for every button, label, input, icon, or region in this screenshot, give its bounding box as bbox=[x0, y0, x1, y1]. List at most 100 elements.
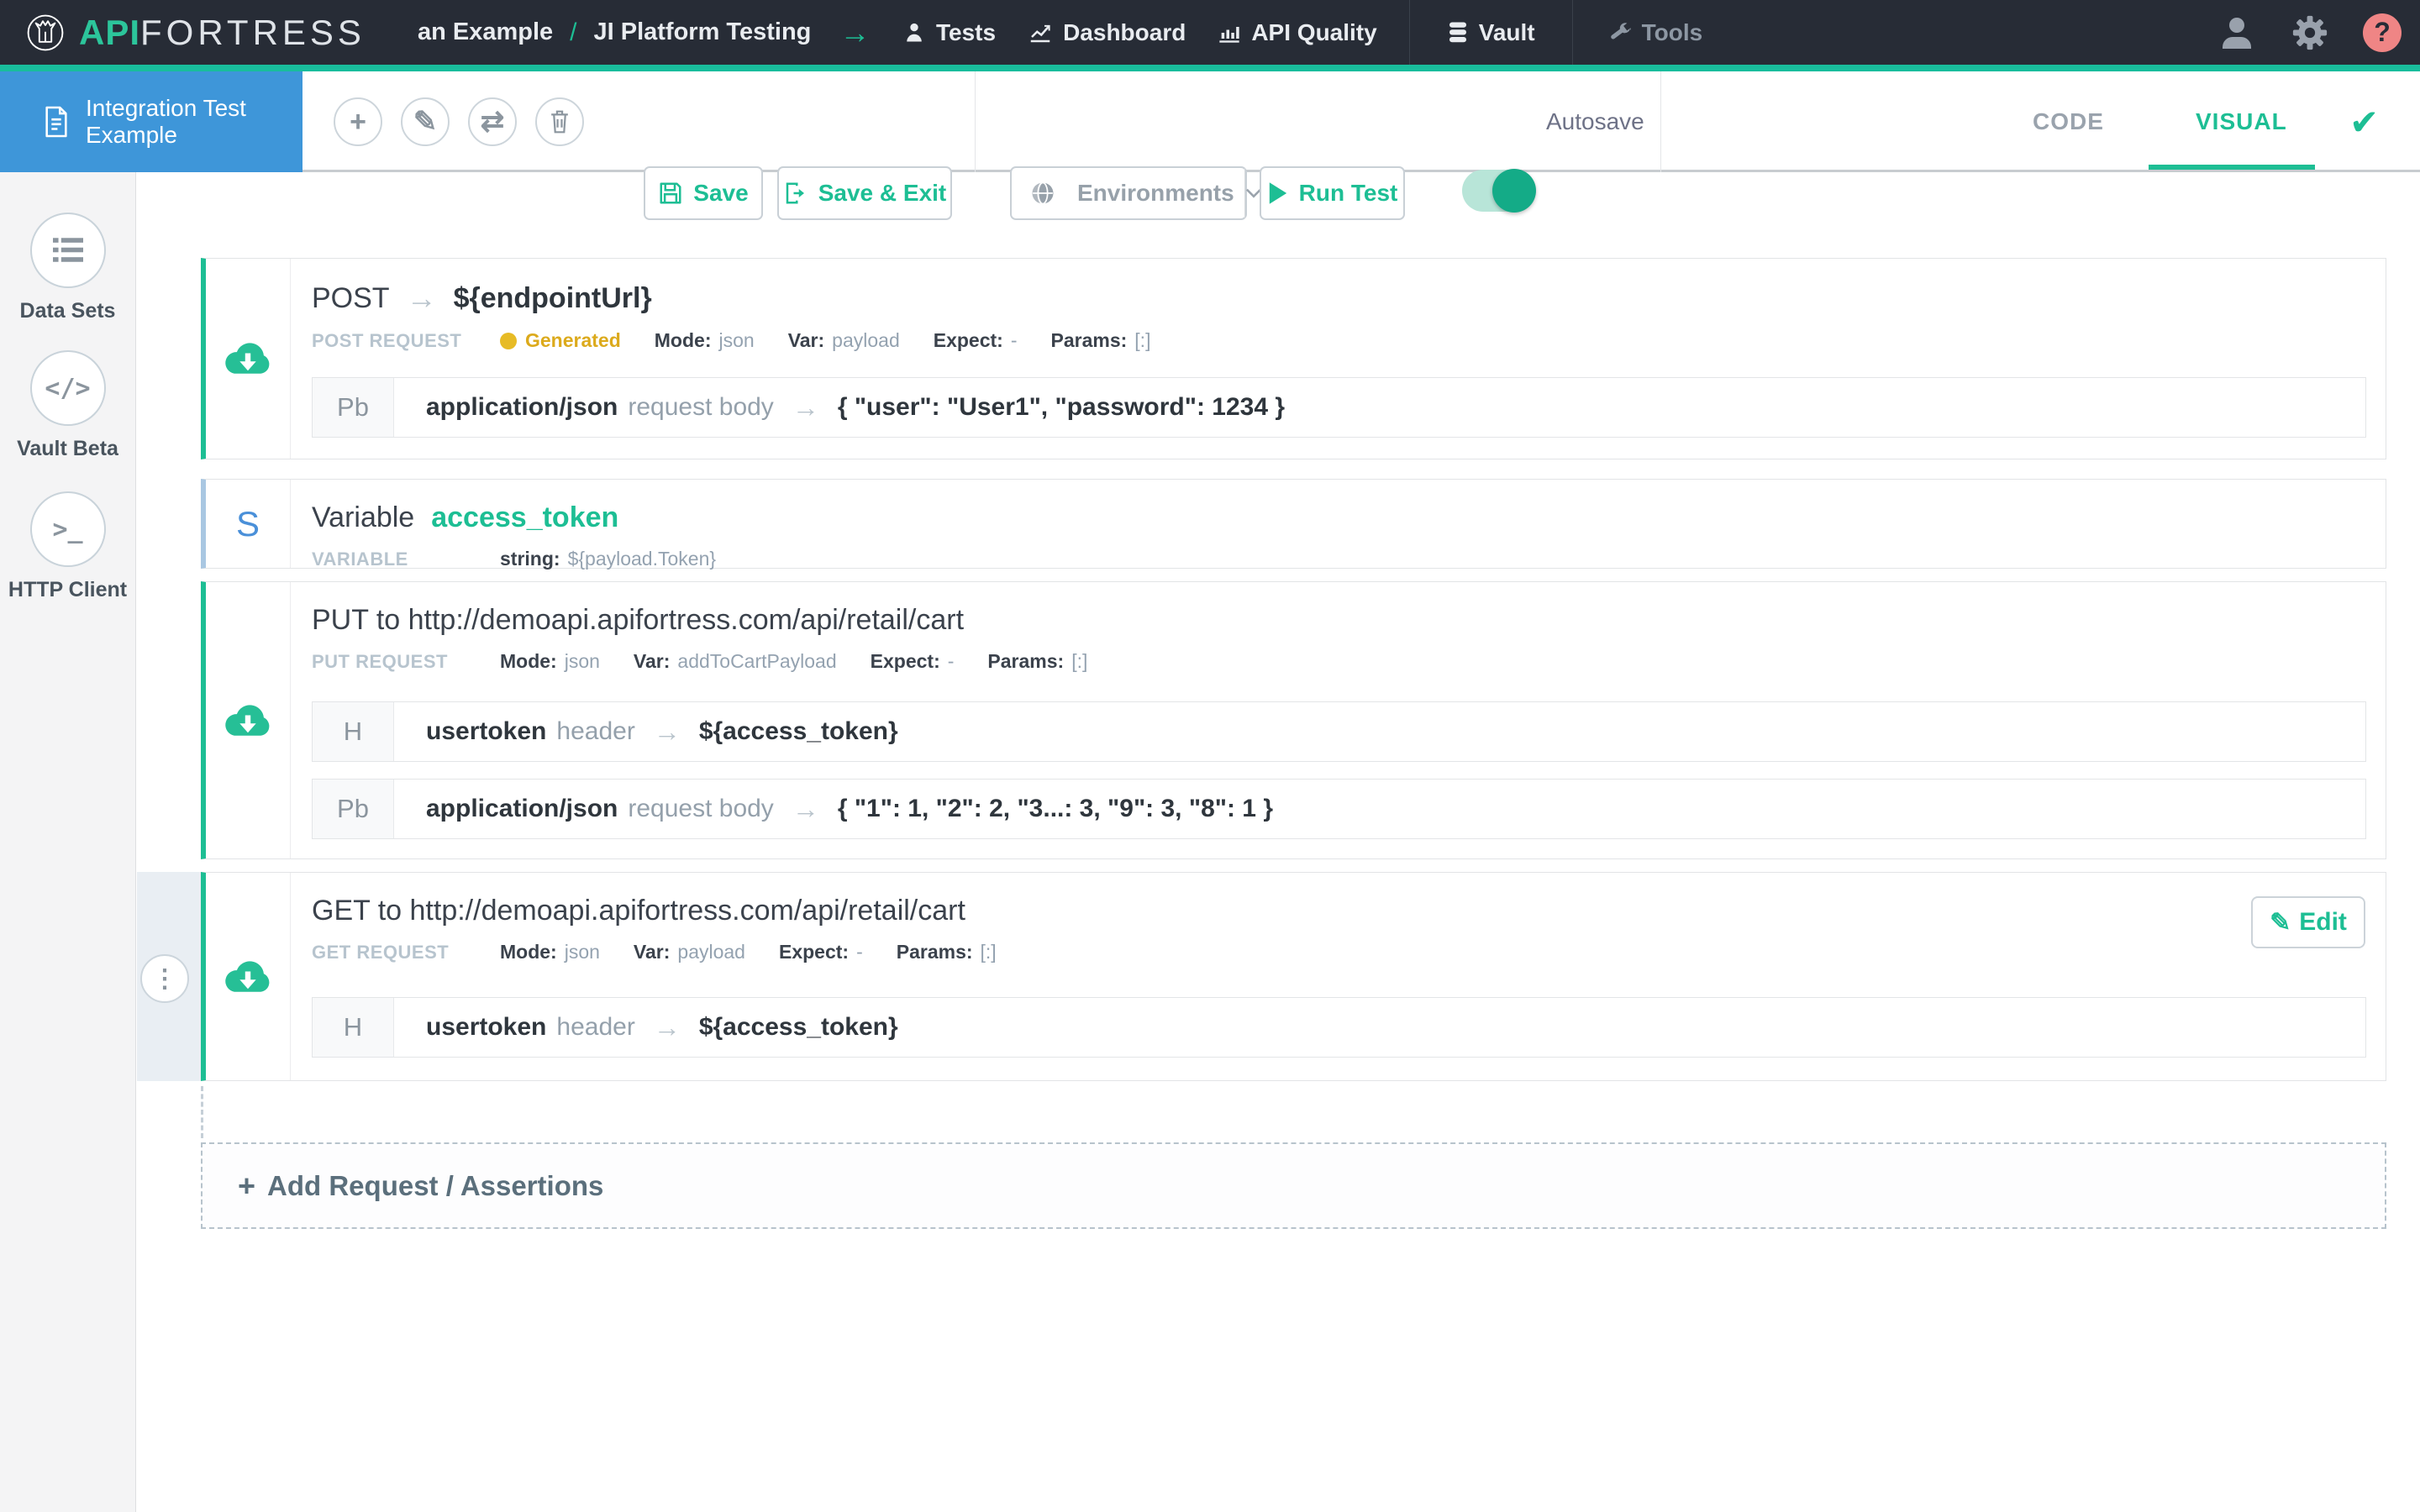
variable-name: access_token bbox=[431, 501, 618, 534]
step-kind-label: GET REQUEST bbox=[312, 942, 500, 963]
terminal-icon: >_ bbox=[52, 515, 82, 544]
step-variable[interactable]: S Variable access_token VARIABLE string:… bbox=[201, 479, 2386, 569]
tab-code[interactable]: CODE bbox=[2033, 71, 2104, 172]
active-tab-underline bbox=[2149, 165, 2315, 170]
arrow-right-icon: → bbox=[654, 1012, 681, 1043]
meta-key: Params: bbox=[897, 941, 973, 963]
breadcrumb: an Example / JI Platform Testing → bbox=[418, 15, 870, 50]
delete-test-button[interactable] bbox=[535, 97, 584, 146]
trash-icon bbox=[547, 108, 572, 135]
step-kind-label: POST REQUEST bbox=[312, 330, 500, 352]
top-navbar: API FORTRESS an Example / JI Platform Te… bbox=[0, 0, 2420, 65]
breadcrumb-project[interactable]: an Example bbox=[418, 18, 553, 46]
toolbar-divider bbox=[1660, 71, 1661, 172]
meta-key: Expect: bbox=[779, 941, 849, 963]
row-kind: header bbox=[556, 717, 634, 746]
plus-icon: + bbox=[350, 108, 366, 136]
save-exit-button[interactable]: Save & Exit bbox=[777, 166, 952, 220]
wrench-icon bbox=[1608, 21, 1632, 45]
nav-item-tools[interactable]: Tools bbox=[1608, 0, 1703, 65]
run-test-button[interactable]: Run Test bbox=[1260, 166, 1405, 220]
step-icon-column bbox=[206, 582, 291, 858]
step-meta: VARIABLE string:${payload.Token} bbox=[312, 548, 2366, 570]
step-body: PUT to http://demoapi.apifortress.com/ap… bbox=[291, 582, 2386, 858]
header-row[interactable]: H usertoken header → ${access_token} bbox=[312, 701, 2366, 762]
row-kind: request body bbox=[628, 393, 773, 422]
nav-item-label: Dashboard bbox=[1063, 19, 1186, 46]
step-title: Variable access_token bbox=[312, 501, 2366, 534]
breadcrumb-test[interactable]: JI Platform Testing bbox=[593, 18, 811, 46]
step-title: GET to http://demoapi.apifortress.com/ap… bbox=[312, 895, 2366, 927]
transfer-test-button[interactable]: ⇄ bbox=[468, 97, 517, 146]
request-body-row[interactable]: Pb application/json request body → { "us… bbox=[312, 377, 2366, 438]
breadcrumb-separator: / bbox=[570, 18, 576, 47]
step-body: Variable access_token VARIABLE string:${… bbox=[291, 480, 2386, 568]
meta-key: Expect: bbox=[871, 650, 940, 673]
user-avatar-icon[interactable] bbox=[2217, 13, 2257, 53]
nav-menu: Tests Dashboard API Quality Vault Tools bbox=[902, 0, 1734, 65]
nav-item-tests[interactable]: Tests bbox=[902, 0, 996, 65]
nav-item-dashboard[interactable]: Dashboard bbox=[1028, 0, 1186, 65]
meta-value: - bbox=[856, 941, 863, 963]
help-icon[interactable]: ? bbox=[2363, 13, 2402, 52]
vault-beta-button[interactable]: </> bbox=[30, 350, 106, 426]
test-tab[interactable]: Integration Test Example bbox=[0, 71, 302, 172]
row-content: application/json request body → { "user"… bbox=[394, 378, 1285, 437]
brand-logo[interactable]: API FORTRESS bbox=[25, 13, 366, 53]
step-kind-label: PUT REQUEST bbox=[312, 651, 500, 673]
plus-icon: + bbox=[238, 1168, 255, 1204]
request-title: GET to http://demoapi.apifortress.com/ap… bbox=[312, 895, 965, 927]
rename-test-button[interactable]: ✎ bbox=[401, 97, 450, 146]
add-test-button[interactable]: + bbox=[334, 97, 382, 146]
toggle-knob bbox=[1492, 169, 1536, 213]
gear-icon[interactable] bbox=[2291, 13, 2329, 52]
meta-value: - bbox=[948, 650, 955, 673]
body-tag: Pb bbox=[313, 780, 394, 838]
kebab-icon: ⋮ bbox=[152, 964, 177, 994]
brand-name: API FORTRESS bbox=[79, 13, 366, 53]
environments-dropdown[interactable]: Environments bbox=[1010, 166, 1247, 220]
nav-item-label: Tests bbox=[936, 19, 996, 46]
step-put-request[interactable]: PUT to http://demoapi.apifortress.com/ap… bbox=[201, 581, 2386, 859]
brand-fortress-text: FORTRESS bbox=[140, 13, 366, 53]
play-icon bbox=[1267, 181, 1289, 205]
tab-visual[interactable]: VISUAL bbox=[2196, 71, 2287, 172]
nav-item-label: API Quality bbox=[1251, 19, 1376, 46]
meta-key: Params: bbox=[1051, 329, 1128, 352]
variable-icon: S bbox=[236, 504, 260, 544]
brand-api-text: API bbox=[79, 13, 140, 53]
meta-value: - bbox=[1011, 329, 1018, 352]
line-chart-icon bbox=[1028, 20, 1053, 45]
cloud-download-icon bbox=[223, 955, 273, 999]
test-action-buttons: + ✎ ⇄ bbox=[334, 97, 584, 146]
save-button[interactable]: Save bbox=[644, 166, 763, 220]
nav-item-vault[interactable]: Vault bbox=[1409, 0, 1573, 65]
generated-dot-icon bbox=[500, 333, 517, 349]
data-sets-button[interactable] bbox=[30, 213, 106, 288]
accent-bar bbox=[0, 65, 2420, 71]
add-request-assertions-button[interactable]: + Add Request / Assertions bbox=[201, 1142, 2386, 1229]
step-menu-button[interactable]: ⋮ bbox=[140, 954, 189, 1003]
edit-button[interactable]: ✎ Edit bbox=[2251, 896, 2365, 948]
globe-icon bbox=[1030, 181, 1055, 206]
autosave-toggle[interactable] bbox=[1462, 170, 1534, 212]
step-post-request[interactable]: POST → ${endpointUrl} POST REQUEST Gener… bbox=[201, 258, 2386, 459]
http-client-button[interactable]: >_ bbox=[30, 491, 106, 567]
meta-key: Var: bbox=[634, 650, 670, 673]
vault-beta-label: Vault Beta bbox=[17, 437, 118, 461]
autosave-label: Autosave bbox=[1546, 71, 1644, 172]
step-get-request[interactable]: GET to http://demoapi.apifortress.com/ap… bbox=[201, 872, 2386, 1081]
request-body-row[interactable]: Pb application/json request body → { "1"… bbox=[312, 779, 2366, 839]
header-tag: H bbox=[313, 702, 394, 761]
add-request-label: Add Request / Assertions bbox=[267, 1170, 603, 1202]
meta-value: addToCartPayload bbox=[677, 650, 836, 673]
row-content: usertoken header → ${access_token} bbox=[394, 998, 898, 1057]
step-kind-label: VARIABLE bbox=[312, 549, 500, 570]
step-body: GET to http://demoapi.apifortress.com/ap… bbox=[291, 873, 2386, 1080]
header-row[interactable]: H usertoken header → ${access_token} bbox=[312, 997, 2366, 1058]
floppy-icon bbox=[658, 181, 683, 206]
nav-item-api-quality[interactable]: API Quality bbox=[1218, 0, 1376, 65]
check-icon: ✔ bbox=[2349, 71, 2379, 172]
toolbar: Integration Test Example + ✎ ⇄ Save Save… bbox=[0, 71, 2420, 172]
meta-key: Params: bbox=[987, 650, 1064, 673]
